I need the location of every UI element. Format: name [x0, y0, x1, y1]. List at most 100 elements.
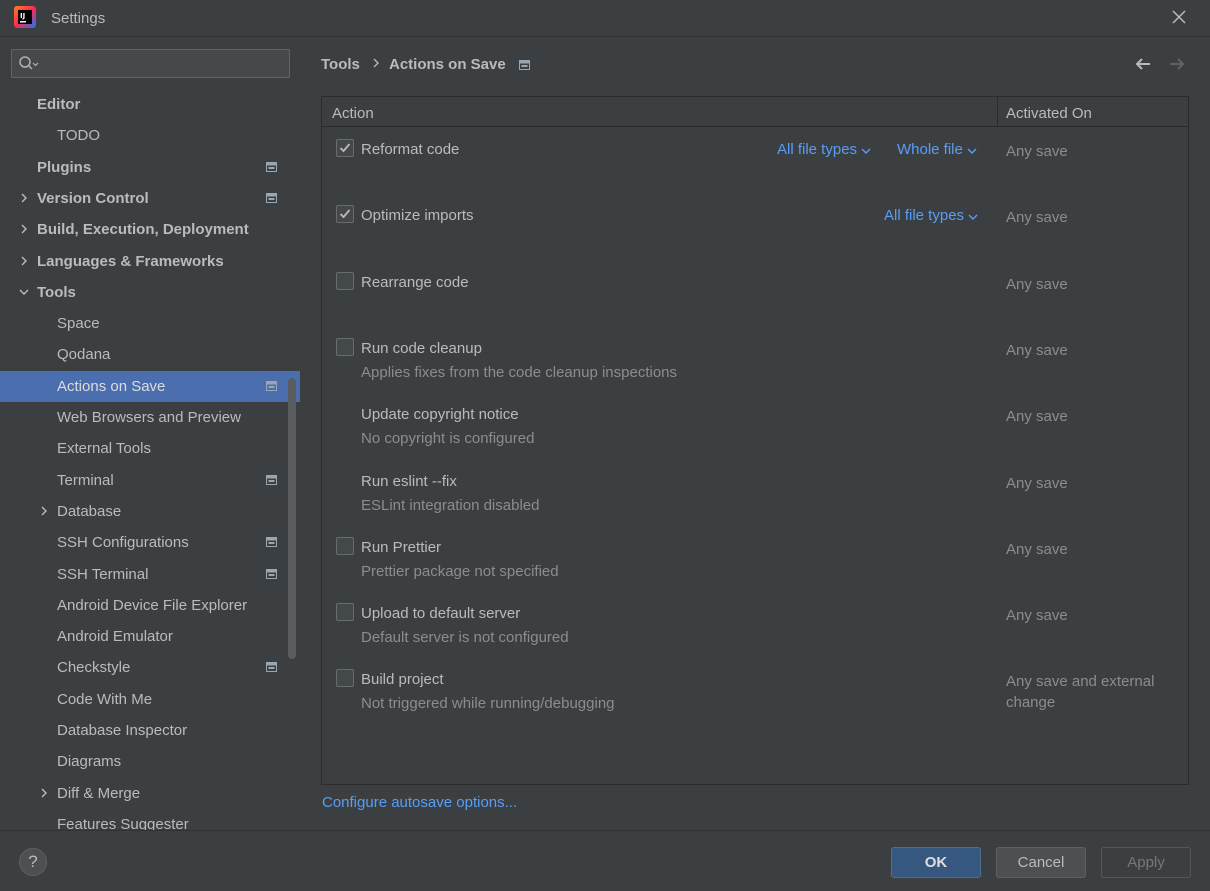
action-subtitle: Default server is not configured — [361, 629, 569, 646]
sidebar-item-qodana[interactable]: Qodana — [0, 339, 300, 370]
chevron-right-icon[interactable] — [38, 787, 50, 799]
chevron-right-icon[interactable] — [38, 505, 50, 517]
sidebar-item-checkstyle[interactable]: Checkstyle — [0, 652, 300, 683]
checkbox[interactable] — [336, 139, 354, 157]
sidebar-item-database[interactable]: Database — [0, 496, 300, 527]
sidebar-item-editor[interactable]: Editor — [0, 89, 300, 120]
activated-on-value[interactable]: Any save — [1006, 473, 1176, 494]
title-bar: IJ Settings — [0, 0, 1210, 37]
sidebar-item-label: Plugins — [37, 159, 92, 176]
ok-button[interactable]: OK — [891, 847, 981, 878]
breadcrumb-parent[interactable]: Tools — [321, 56, 360, 73]
file-types-dropdown[interactable]: All file types — [884, 207, 978, 225]
forward-arrow-icon[interactable] — [1168, 56, 1186, 72]
activated-on-value[interactable]: Any save — [1006, 406, 1176, 427]
window-title: Settings — [51, 10, 106, 27]
activated-on-value[interactable]: Any save — [1006, 274, 1176, 295]
checkmark-icon — [339, 143, 351, 153]
sidebar-item-code-with-me[interactable]: Code With Me — [0, 684, 300, 715]
sidebar-item-build-execution-deployment[interactable]: Build, Execution, Deployment — [0, 214, 300, 245]
sidebar-item-label: TODO — [57, 127, 101, 144]
sidebar-item-languages-frameworks[interactable]: Languages & Frameworks — [0, 246, 300, 277]
sidebar-item-label: Space — [57, 315, 100, 332]
action-title: Build project — [361, 671, 444, 688]
checkbox[interactable] — [336, 338, 354, 356]
sidebar-item-web-browsers-and-preview[interactable]: Web Browsers and Preview — [0, 402, 300, 433]
sidebar-item-tools[interactable]: Tools — [0, 277, 300, 308]
table-row: Rearrange code Any save — [322, 261, 1188, 327]
sidebar-item-label: Database Inspector — [57, 722, 188, 739]
column-header-activated-on[interactable]: Activated On — [1006, 105, 1092, 122]
table-row: Run Prettier Prettier package not specifi… — [322, 526, 1188, 592]
checkbox[interactable] — [336, 537, 354, 555]
checkbox[interactable] — [336, 669, 354, 687]
checkbox[interactable] — [336, 272, 354, 290]
project-level-icon — [266, 537, 277, 547]
sidebar-item-diff-merge[interactable]: Diff & Merge — [0, 778, 300, 809]
chevron-right-icon — [373, 58, 379, 68]
scope-dropdown[interactable]: Whole file — [897, 141, 977, 159]
checkmark-icon — [339, 209, 351, 219]
dropdown-label: All file types — [777, 141, 858, 158]
close-icon[interactable] — [1170, 8, 1188, 26]
chevron-right-icon[interactable] — [18, 255, 30, 267]
action-title: Rearrange code — [361, 274, 469, 291]
sidebar-item-actions-on-save[interactable]: Actions on Save — [0, 371, 300, 402]
sidebar-item-diagrams[interactable]: Diagrams — [0, 746, 300, 777]
sidebar-item-todo[interactable]: TODO — [0, 120, 300, 151]
sidebar-item-label: SSH Terminal — [57, 566, 149, 583]
sidebar-item-label: Terminal — [57, 472, 114, 489]
chevron-right-icon[interactable] — [18, 192, 30, 204]
back-arrow-icon[interactable] — [1134, 56, 1152, 72]
action-title: Upload to default server — [361, 605, 521, 622]
table-row: Optimize imports All file types Any save — [322, 194, 1188, 260]
activated-on-value[interactable]: Any save — [1006, 207, 1176, 228]
table-header: Action Activated On — [322, 97, 1188, 127]
column-divider[interactable] — [997, 97, 998, 127]
chevron-down-icon — [968, 214, 978, 220]
actions-table: Action Activated On Reformat code All fil… — [321, 96, 1189, 785]
sidebar-item-android-device-file-explorer[interactable]: Android Device File Explorer — [0, 590, 300, 621]
chevron-down-icon — [967, 148, 977, 154]
sidebar-item-label: Diff & Merge — [57, 785, 141, 802]
apply-button[interactable]: Apply — [1101, 847, 1191, 878]
sidebar-item-terminal[interactable]: Terminal — [0, 465, 300, 496]
activated-on-value[interactable]: Any save — [1006, 539, 1176, 560]
sidebar-item-database-inspector[interactable]: Database Inspector — [0, 715, 300, 746]
project-level-icon — [266, 381, 277, 391]
chevron-right-icon[interactable] — [18, 223, 30, 235]
sidebar-item-android-emulator[interactable]: Android Emulator — [0, 621, 300, 652]
activated-on-value[interactable]: Any save and external change — [1006, 671, 1176, 713]
chevron-down-icon[interactable] — [18, 286, 30, 298]
action-subtitle: ESLint integration disabled — [361, 497, 540, 514]
sidebar-item-ssh-configurations[interactable]: SSH Configurations — [0, 527, 300, 558]
sidebar-item-label: Android Emulator — [57, 628, 173, 645]
intellij-logo-icon: IJ — [14, 6, 36, 28]
table-row: Build project Not triggered while running… — [322, 658, 1188, 724]
activated-on-value[interactable]: Any save — [1006, 605, 1176, 626]
sidebar-item-plugins[interactable]: Plugins — [0, 152, 300, 183]
cancel-button[interactable]: Cancel — [996, 847, 1086, 878]
sidebar-item-label: Code With Me — [57, 691, 153, 708]
sidebar-item-ssh-terminal[interactable]: SSH Terminal — [0, 559, 300, 590]
column-header-action[interactable]: Action — [332, 105, 374, 122]
search-icon — [19, 56, 39, 70]
file-types-dropdown[interactable]: All file types — [777, 141, 871, 159]
configure-autosave-link[interactable]: Configure autosave options... — [322, 794, 517, 811]
sidebar-item-label: Build, Execution, Deployment — [37, 221, 249, 238]
sidebar-scrollbar[interactable] — [288, 378, 296, 659]
help-button[interactable]: ? — [19, 848, 47, 876]
svg-text:IJ: IJ — [20, 12, 25, 20]
activated-on-value[interactable]: Any save — [1006, 141, 1176, 162]
checkbox[interactable] — [336, 205, 354, 223]
sidebar-item-space[interactable]: Space — [0, 308, 300, 339]
activated-on-value[interactable]: Any save — [1006, 340, 1176, 361]
sidebar-item-features-suggester[interactable]: Features Suggester — [0, 809, 300, 830]
sidebar-item-label: Database — [57, 503, 122, 520]
sidebar-item-label: Qodana — [57, 346, 111, 363]
search-input[interactable] — [11, 49, 290, 78]
checkbox[interactable] — [336, 603, 354, 621]
sidebar-item-label: Web Browsers and Preview — [57, 409, 241, 426]
sidebar-item-version-control[interactable]: Version Control — [0, 183, 300, 214]
sidebar-item-external-tools[interactable]: External Tools — [0, 433, 300, 464]
